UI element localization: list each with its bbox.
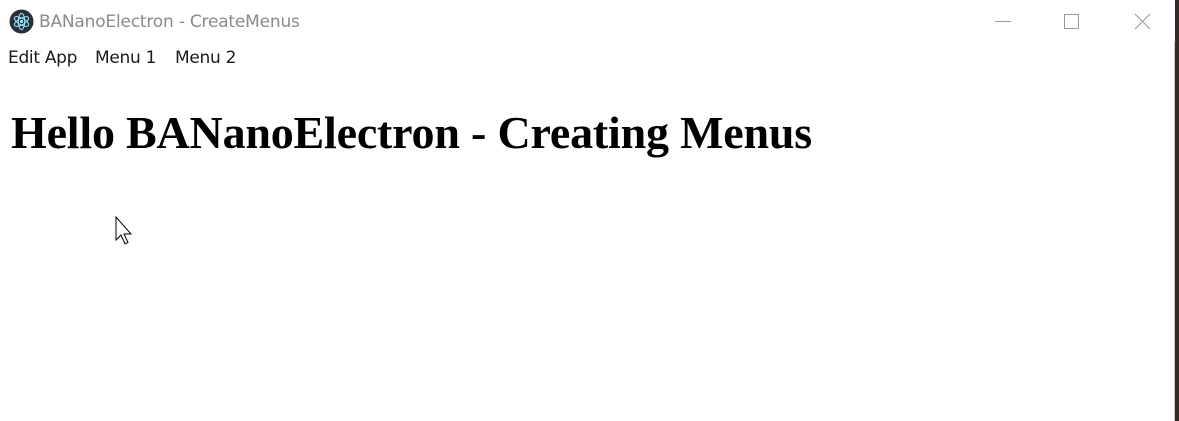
window-title: BANanoElectron - CreateMenus <box>39 12 300 32</box>
electron-logo-icon <box>9 9 34 34</box>
app-window: BANanoElectron - CreateMenus Edit App Me… <box>0 0 1175 421</box>
menu-1[interactable]: Menu 1 <box>95 48 156 68</box>
close-button[interactable] <box>1119 0 1165 42</box>
page-heading: Hello BANanoElectron - Creating Menus <box>11 107 812 158</box>
close-icon <box>1134 13 1151 30</box>
minimize-button[interactable] <box>980 0 1026 42</box>
menu-bar: Edit App Menu 1 Menu 2 <box>0 42 1175 76</box>
title-bar[interactable]: BANanoElectron - CreateMenus <box>0 0 1175 42</box>
background-window-edge <box>1175 0 1179 421</box>
mouse-pointer-icon <box>115 215 135 246</box>
menu-edit-app[interactable]: Edit App <box>8 48 77 68</box>
maximize-icon <box>1064 14 1079 29</box>
minimize-icon <box>995 21 1011 22</box>
menu-2[interactable]: Menu 2 <box>175 48 236 68</box>
maximize-button[interactable] <box>1048 0 1094 42</box>
